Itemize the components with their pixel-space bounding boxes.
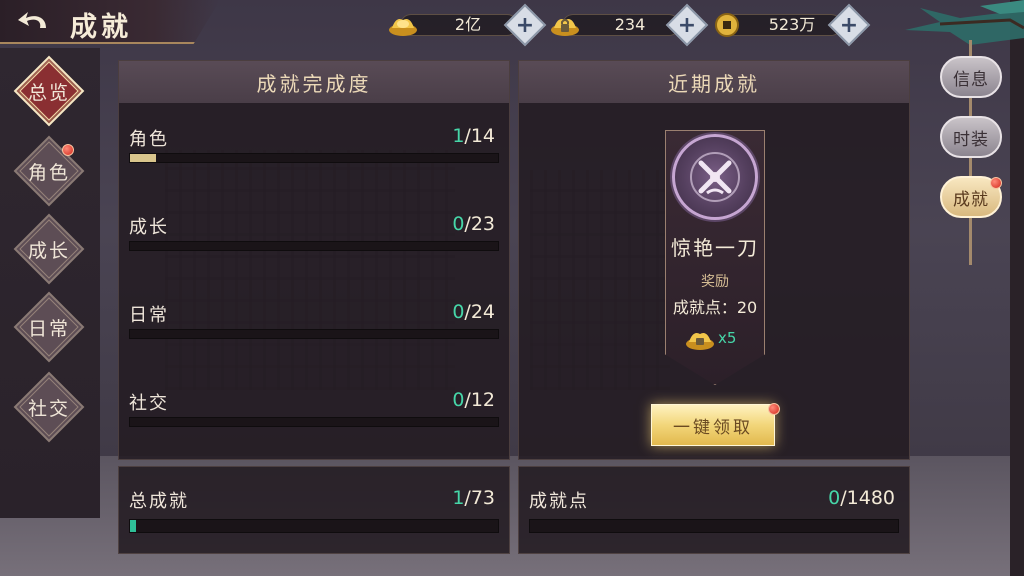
- achievement-progress-panel: 成就完成度 角色 1/14 成长 0/23 日常 0/24 社交 0/12: [118, 60, 510, 460]
- row-label: 日常: [129, 305, 169, 326]
- progress-row-character: 角色 1/14: [129, 125, 499, 185]
- progress-bar: [529, 519, 899, 533]
- row-count: 1/73: [452, 487, 495, 509]
- row-label: 成长: [129, 217, 169, 238]
- plus-icon: +: [515, 12, 535, 38]
- summary-row: 成就点 0/1480: [529, 487, 899, 547]
- nav-item-label: 日常: [27, 317, 70, 340]
- total-achievements-summary: 总成就 1/73: [118, 466, 510, 554]
- progress-bar-fill: [130, 154, 157, 162]
- summary-row: 总成就 1/73: [129, 487, 499, 547]
- crossed-blades-icon: [690, 152, 740, 202]
- progress-bar: [129, 241, 499, 251]
- row-count: 0/23: [452, 213, 495, 235]
- bound-gold-ingot-icon: [551, 19, 579, 36]
- row-label: 成就点: [529, 491, 589, 512]
- reward-label: 奖励: [701, 274, 729, 290]
- achievement-name: 惊艳一刀: [671, 236, 759, 260]
- nav-item-label: 总览: [27, 81, 70, 104]
- progress-row-daily: 日常 0/24: [129, 301, 499, 361]
- panel-title: 成就完成度: [119, 61, 509, 103]
- back-button[interactable]: [12, 6, 56, 38]
- row-count: 1/14: [452, 125, 495, 147]
- tab-info[interactable]: 信息: [940, 56, 1002, 98]
- tab-fashion[interactable]: 时装: [940, 116, 1002, 158]
- achievement-points-summary: 成就点 0/1480: [518, 466, 910, 554]
- nav-item-label: 角色: [27, 161, 70, 184]
- currency-gold-ingot: 2亿 +: [388, 3, 548, 47]
- nav-item-label: 成长: [27, 239, 70, 262]
- row-count-total: /24: [464, 301, 495, 323]
- row-count: 0/24: [452, 301, 495, 323]
- panel-title: 近期成就: [519, 61, 909, 103]
- add-gold-ingot-button[interactable]: +: [503, 3, 547, 47]
- page-title: 成就: [70, 12, 132, 43]
- currency-copper-coin: 523万 +: [712, 3, 872, 47]
- notification-dot: [990, 177, 1002, 189]
- currency-bound-gold-ingot: 234 +: [550, 3, 710, 47]
- progress-bar: [129, 329, 499, 339]
- nav-item-growth[interactable]: 成长: [13, 213, 85, 285]
- progress-row-growth: 成长 0/23: [129, 213, 499, 273]
- notification-dot: [62, 144, 74, 156]
- row-count-done: 0: [452, 389, 465, 411]
- row-label: 总成就: [129, 491, 189, 512]
- row-count-done: 0: [452, 301, 465, 323]
- row-count-total: /14: [464, 125, 495, 147]
- row-label: 社交: [129, 393, 169, 414]
- notification-dot: [768, 403, 780, 415]
- nav-item-daily[interactable]: 日常: [13, 291, 85, 363]
- reward-item-quantity: x5: [718, 329, 737, 347]
- progress-bar: [129, 519, 499, 533]
- row-count-done: 1: [452, 125, 465, 147]
- add-bound-gold-ingot-button[interactable]: +: [665, 3, 709, 47]
- background-pillar: [1010, 0, 1024, 576]
- copper-coin-icon: [715, 13, 739, 37]
- nav-item-social[interactable]: 社交: [13, 371, 85, 443]
- nav-item-character[interactable]: 角色: [13, 135, 85, 207]
- progress-bar: [129, 153, 499, 163]
- achievement-emblem[interactable]: [672, 134, 758, 220]
- nav-item-overview[interactable]: 总览: [13, 55, 85, 127]
- row-count: 0/1480: [828, 487, 895, 509]
- row-count-done: 1: [452, 487, 465, 509]
- add-copper-coin-button[interactable]: +: [827, 3, 871, 47]
- progress-row-social: 社交 0/12: [129, 389, 499, 449]
- row-label: 角色: [129, 129, 169, 150]
- row-count-total: /73: [464, 487, 495, 509]
- gold-ingot-icon: [389, 19, 417, 36]
- plus-icon: +: [677, 12, 697, 38]
- progress-bar-fill: [130, 520, 136, 532]
- claim-all-button[interactable]: 一键领取: [651, 404, 775, 446]
- row-count: 0/12: [452, 389, 495, 411]
- row-count-total: /1480: [840, 487, 895, 509]
- plus-icon: +: [839, 12, 859, 38]
- progress-bar: [129, 417, 499, 427]
- row-count-done: 0: [452, 213, 465, 235]
- pine-tree-decoration: [905, 0, 1024, 45]
- nav-item-label: 社交: [27, 397, 70, 420]
- row-count-done: 0: [828, 487, 841, 509]
- back-arrow-icon: [18, 12, 46, 28]
- reward-points: 成就点：20: [672, 298, 758, 317]
- row-count-total: /23: [464, 213, 495, 235]
- row-count-total: /12: [464, 389, 495, 411]
